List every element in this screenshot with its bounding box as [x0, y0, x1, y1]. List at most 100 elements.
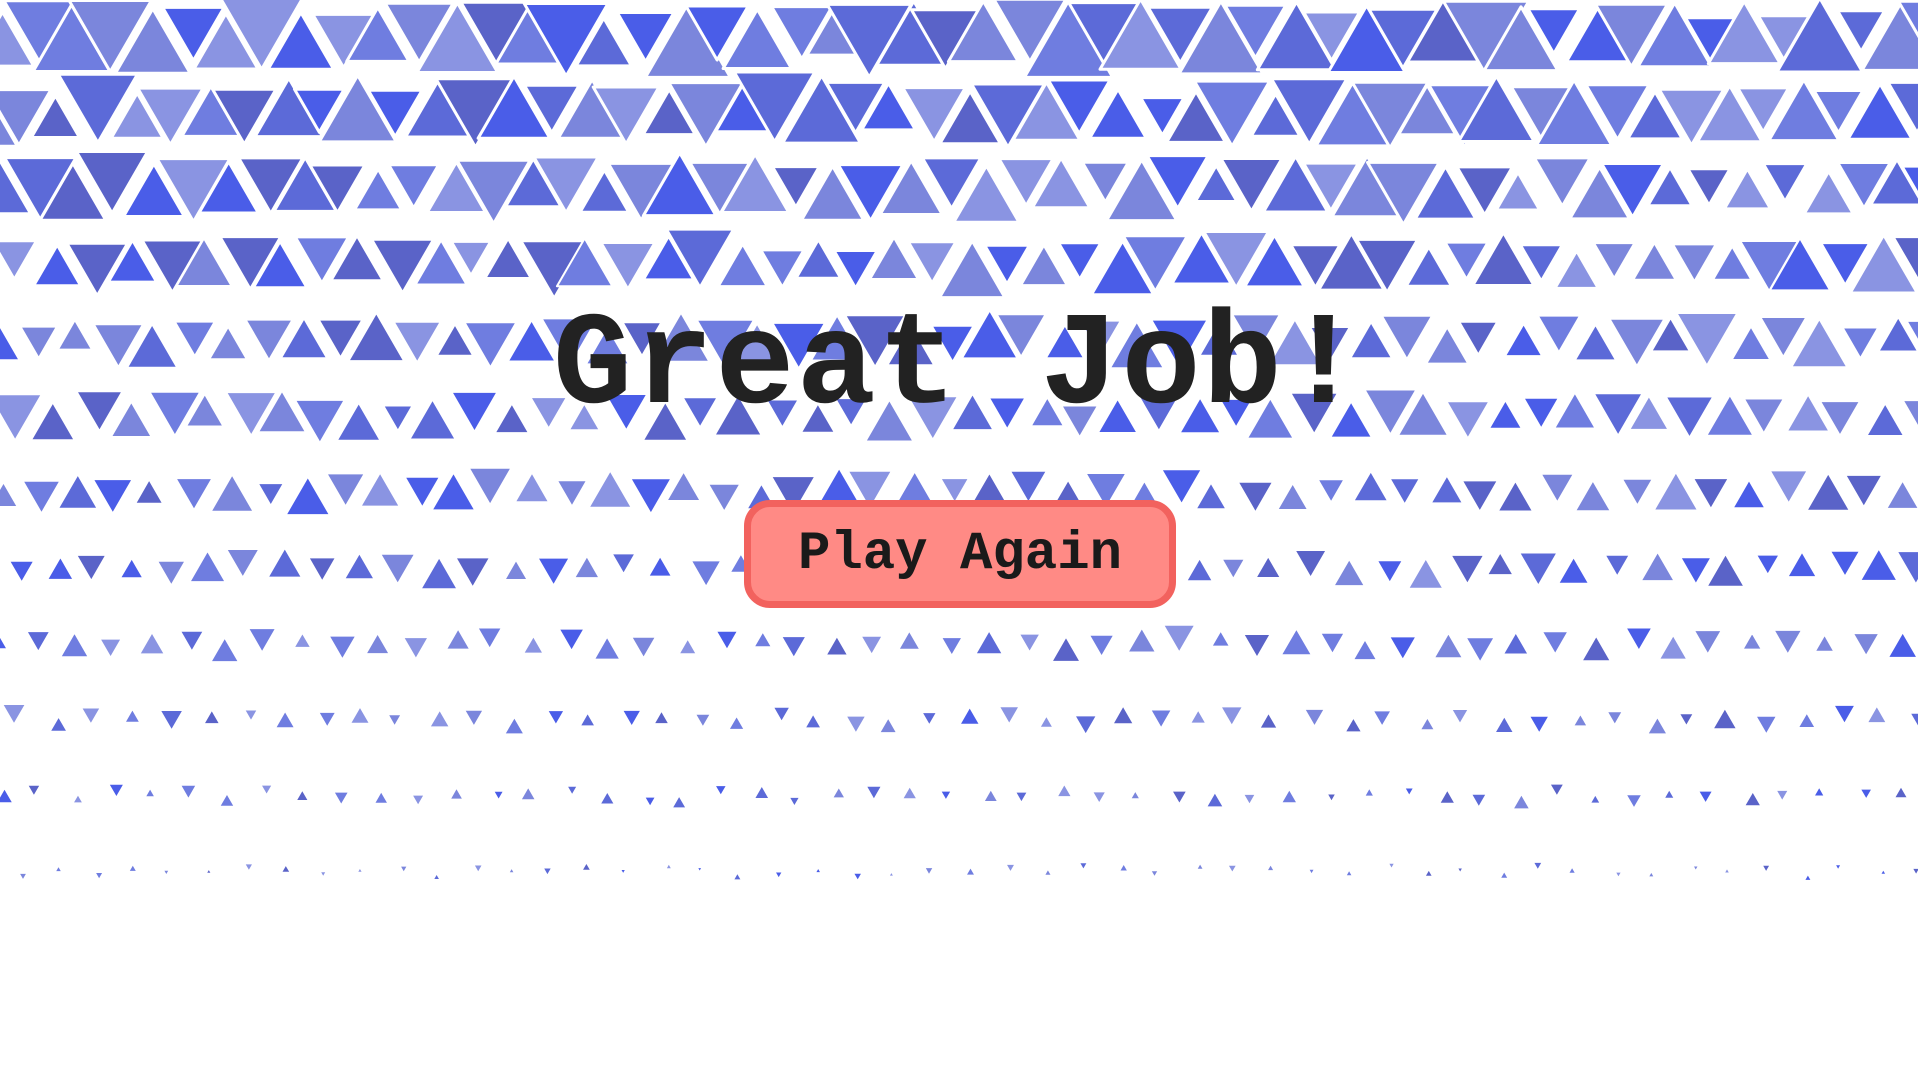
play-again-button[interactable]: Play Again	[744, 500, 1176, 608]
background-triangle	[813, 866, 823, 875]
background-triangle	[677, 637, 698, 656]
background-triangle	[1073, 714, 1099, 737]
background-triangle	[17, 871, 29, 882]
background-triangle	[59, 631, 90, 659]
background-triangle	[0, 786, 15, 805]
background-triangle	[1812, 785, 1826, 798]
background-triangle	[503, 715, 526, 736]
background-triangle	[1449, 553, 1486, 586]
background-triangle	[1796, 711, 1817, 729]
background-triangle	[98, 637, 123, 659]
background-triangle	[463, 708, 485, 728]
background-triangle	[752, 784, 771, 800]
background-triangle	[1469, 792, 1488, 809]
background-triangle	[647, 554, 674, 578]
background-triangle	[522, 634, 545, 655]
background-triangle	[830, 785, 847, 800]
background-triangle	[1741, 631, 1763, 651]
background-triangle	[1386, 861, 1397, 871]
background-triangle	[1493, 714, 1516, 734]
background-triangle	[454, 556, 492, 589]
background-triangle	[1603, 553, 1631, 578]
background-triangle	[1013, 790, 1030, 805]
background-triangle	[1892, 784, 1910, 800]
background-triangle	[1276, 482, 1310, 511]
background-triangle	[1375, 559, 1404, 585]
background-triangle	[1485, 551, 1515, 577]
background-triangle	[1813, 633, 1836, 653]
background-triangle	[348, 705, 372, 725]
background-triangle	[1407, 557, 1445, 590]
background-triangle	[1731, 478, 1767, 510]
game-over-screen: Great Job! Play Again	[0, 0, 1918, 1078]
background-triangle	[643, 795, 658, 809]
background-triangle	[307, 556, 338, 583]
background-triangle	[713, 784, 729, 798]
background-triangle	[359, 471, 401, 508]
background-triangle	[1554, 250, 1599, 289]
background-triangle	[1194, 481, 1228, 511]
background-triangle	[431, 872, 442, 881]
background-triangle	[1496, 479, 1535, 513]
background-triangle	[317, 710, 338, 729]
background-triangle	[410, 793, 426, 808]
background-triangle	[1844, 473, 1884, 509]
background-triangle	[1540, 630, 1570, 656]
background-triangle	[1639, 550, 1676, 583]
background-triangle	[1722, 167, 1773, 211]
background-triangle	[1343, 716, 1364, 734]
background-triangle	[1828, 549, 1862, 578]
background-triangle	[1865, 704, 1888, 725]
great-job-title: Great Job!	[552, 292, 1366, 442]
background-triangle	[1498, 869, 1510, 880]
background-triangle	[1711, 706, 1739, 731]
background-triangle	[1886, 630, 1918, 659]
background-triangle	[573, 554, 601, 580]
background-triangle	[507, 866, 517, 875]
background-triangle	[0, 633, 9, 651]
background-triangle	[127, 862, 139, 873]
background-triangle	[1258, 711, 1279, 730]
background-triangle	[0, 240, 37, 280]
background-triangle	[982, 787, 1000, 803]
background-triangle	[178, 629, 205, 653]
background-triangle	[1548, 782, 1566, 798]
background-triangle	[1293, 549, 1328, 579]
background-triangle	[630, 635, 658, 660]
background-triangle	[1662, 787, 1676, 800]
background-triangle	[503, 558, 529, 581]
background-triangle	[1077, 861, 1090, 872]
background-triangle	[1722, 866, 1732, 875]
background-triangle	[864, 784, 884, 802]
background-triangle	[284, 475, 332, 517]
background-triangle	[1306, 867, 1317, 877]
background-triangle	[355, 866, 365, 874]
background-triangle	[1588, 792, 1602, 805]
background-triangle	[897, 629, 922, 651]
background-triangle	[372, 789, 390, 805]
background-triangle	[878, 716, 899, 735]
background-triangle	[93, 871, 105, 882]
background-triangle	[1624, 626, 1654, 652]
background-triangle	[519, 785, 538, 802]
background-triangle	[695, 866, 704, 874]
background-triangle	[1672, 243, 1717, 283]
background-triangle	[1908, 711, 1918, 730]
background-triangle	[546, 709, 566, 727]
background-triangle	[134, 478, 165, 505]
background-triangle	[1429, 474, 1465, 505]
background-triangle	[1833, 863, 1843, 872]
background-triangle	[1511, 792, 1532, 811]
background-triangle	[398, 864, 410, 875]
background-triangle	[1696, 789, 1715, 805]
background-triangle	[598, 790, 617, 806]
background-triangle	[1455, 866, 1465, 875]
background-triangle	[45, 555, 75, 581]
background-triangle	[1754, 553, 1781, 577]
background-triangle	[161, 868, 171, 877]
background-triangle	[476, 626, 504, 651]
background-triangle	[123, 707, 142, 724]
background-triangle	[1388, 635, 1418, 662]
background-triangle	[1050, 635, 1082, 663]
background-triangle	[1760, 863, 1772, 874]
